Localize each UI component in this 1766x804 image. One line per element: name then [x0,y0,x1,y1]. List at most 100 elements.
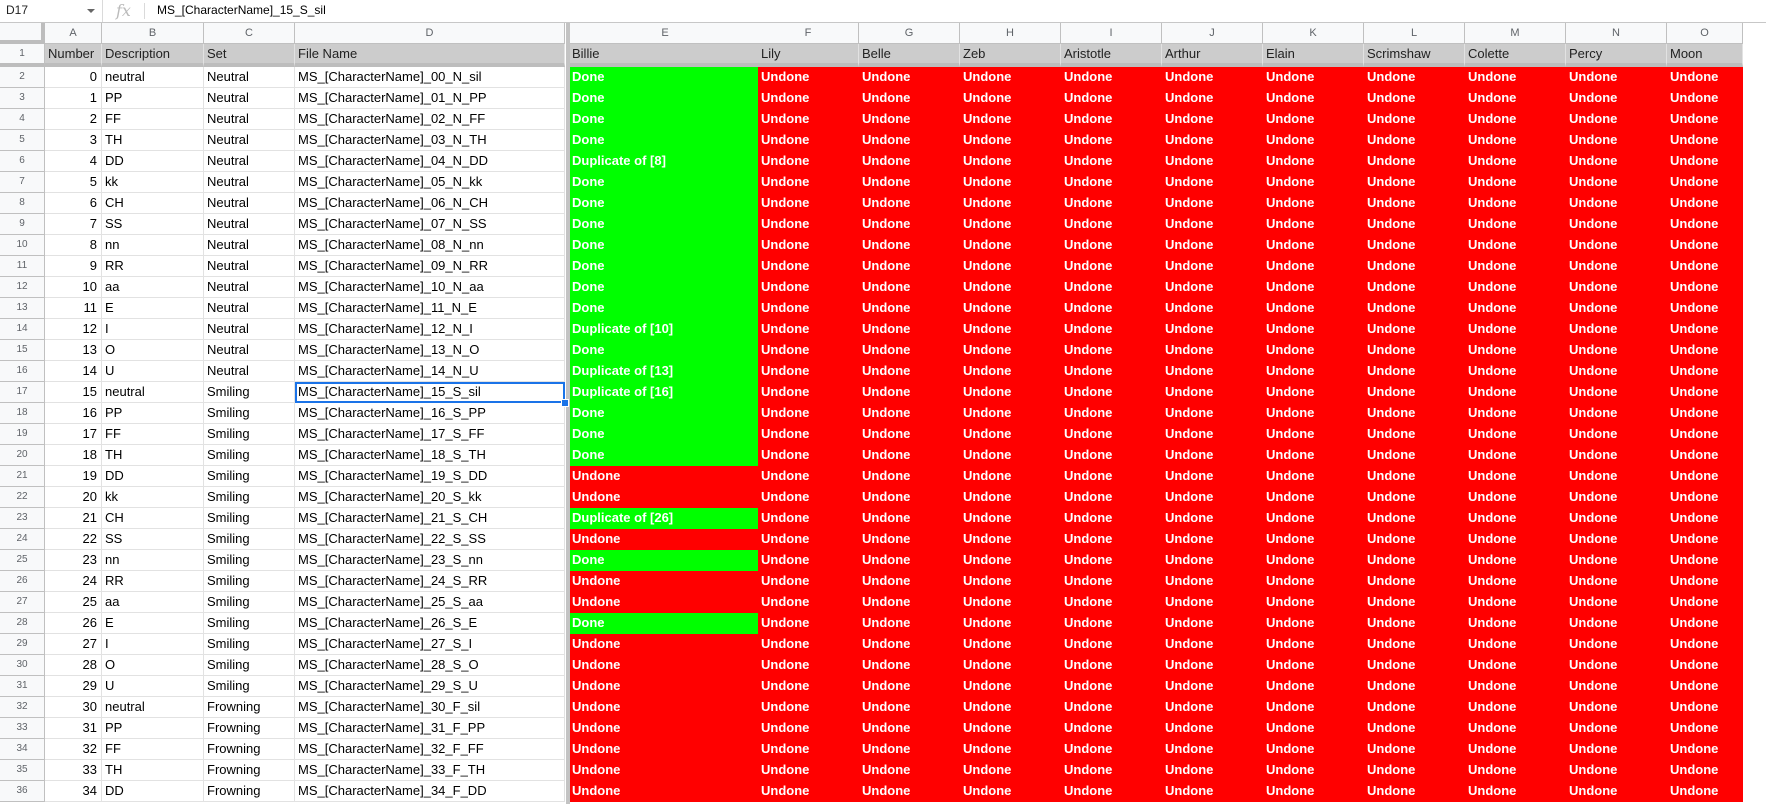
status-cell[interactable]: Undone [1263,655,1364,676]
status-cell[interactable]: Undone [960,382,1061,403]
description-cell[interactable]: FF [102,739,204,760]
status-cell[interactable]: Undone [1566,424,1667,445]
status-cell[interactable]: Undone [1162,655,1263,676]
set-cell[interactable]: Frowning [204,739,295,760]
status-cell[interactable]: Undone [960,571,1061,592]
status-cell[interactable]: Undone [859,403,960,424]
status-cell[interactable]: Undone [960,781,1061,802]
status-cell[interactable]: Undone [1263,613,1364,634]
row-header[interactable]: 10 [0,235,45,256]
name-box[interactable]: D17 [0,0,103,22]
status-cell[interactable]: Undone [1364,277,1465,298]
file-name-cell[interactable]: MS_[CharacterName]_30_F_sil [295,697,565,718]
status-cell[interactable]: Undone [1061,634,1162,655]
status-cell[interactable]: Undone [1061,613,1162,634]
status-cell[interactable]: Undone [1263,298,1364,319]
column-header-j[interactable]: J [1162,23,1263,44]
status-cell[interactable]: Undone [1162,550,1263,571]
status-cell[interactable]: Undone [1465,151,1566,172]
number-cell[interactable]: 23 [45,550,102,571]
status-cell[interactable]: Undone [960,634,1061,655]
set-cell[interactable]: Smiling [204,550,295,571]
status-cell[interactable]: Undone [859,508,960,529]
status-cell[interactable]: Undone [1465,277,1566,298]
status-cell[interactable]: Undone [1566,172,1667,193]
status-cell[interactable]: Undone [1061,172,1162,193]
status-cell[interactable]: Undone [1061,403,1162,424]
status-cell[interactable]: Undone [1465,760,1566,781]
number-cell[interactable]: 1 [45,88,102,109]
status-cell[interactable]: Undone [960,256,1061,277]
row-header[interactable]: 11 [0,256,45,277]
status-cell[interactable]: Undone [758,529,859,550]
number-cell[interactable]: 21 [45,508,102,529]
set-cell[interactable]: Neutral [204,172,295,193]
status-cell[interactable]: Undone [960,319,1061,340]
number-cell[interactable]: 14 [45,361,102,382]
select-all-corner[interactable] [0,23,45,44]
freeze-divider[interactable] [566,23,570,804]
status-cell[interactable]: Undone [960,424,1061,445]
status-cell[interactable]: Undone [1162,193,1263,214]
status-cell[interactable]: Undone [960,130,1061,151]
status-cell[interactable]: Undone [1061,130,1162,151]
status-cell-billie[interactable]: Undone [569,592,762,613]
header-cell[interactable]: Colette [1465,44,1566,67]
status-cell[interactable]: Undone [1566,298,1667,319]
status-cell[interactable]: Undone [1162,781,1263,802]
status-cell[interactable]: Undone [758,466,859,487]
status-cell[interactable]: Undone [1566,88,1667,109]
status-cell[interactable]: Undone [859,697,960,718]
status-cell[interactable]: Undone [960,298,1061,319]
status-cell[interactable]: Undone [1263,340,1364,361]
status-cell-billie[interactable]: Done [569,130,762,151]
status-cell[interactable]: Undone [1263,130,1364,151]
header-cell[interactable]: Percy [1566,44,1667,67]
number-cell[interactable]: 34 [45,781,102,802]
header-cell[interactable]: Number [45,44,102,67]
status-cell[interactable]: Undone [1566,718,1667,739]
set-cell[interactable]: Smiling [204,445,295,466]
description-cell[interactable]: nn [102,235,204,256]
file-name-cell[interactable]: MS_[CharacterName]_33_F_TH [295,760,565,781]
file-name-cell[interactable]: MS_[CharacterName]_24_S_RR [295,571,565,592]
status-cell[interactable]: Undone [1667,88,1743,109]
status-cell[interactable]: Undone [960,592,1061,613]
status-cell[interactable]: Undone [1061,88,1162,109]
header-cell[interactable]: File Name [295,44,565,67]
status-cell[interactable]: Undone [758,88,859,109]
set-cell[interactable]: Frowning [204,781,295,802]
number-cell[interactable]: 15 [45,382,102,403]
set-cell[interactable]: Smiling [204,592,295,613]
status-cell[interactable]: Undone [1364,319,1465,340]
status-cell[interactable]: Undone [859,361,960,382]
row-header[interactable]: 22 [0,487,45,508]
status-cell[interactable]: Undone [1263,487,1364,508]
set-cell[interactable]: Neutral [204,235,295,256]
status-cell[interactable]: Undone [1263,172,1364,193]
status-cell[interactable]: Undone [1667,739,1743,760]
status-cell[interactable]: Undone [1667,193,1743,214]
status-cell[interactable]: Undone [1263,361,1364,382]
status-cell[interactable]: Undone [1162,529,1263,550]
status-cell[interactable]: Undone [1465,718,1566,739]
status-cell[interactable]: Undone [859,613,960,634]
status-cell[interactable]: Undone [758,256,859,277]
status-cell-billie[interactable]: Undone [569,529,762,550]
file-name-cell[interactable]: MS_[CharacterName]_25_S_aa [295,592,565,613]
number-cell[interactable]: 11 [45,298,102,319]
status-cell[interactable]: Undone [1566,235,1667,256]
status-cell[interactable]: Undone [960,340,1061,361]
file-name-cell[interactable]: MS_[CharacterName]_11_N_E [295,298,565,319]
status-cell[interactable]: Undone [1667,277,1743,298]
status-cell[interactable]: Undone [1364,424,1465,445]
status-cell[interactable]: Undone [1465,130,1566,151]
status-cell[interactable]: Undone [1566,109,1667,130]
status-cell[interactable]: Undone [1566,340,1667,361]
status-cell[interactable]: Undone [1566,739,1667,760]
status-cell[interactable]: Undone [1263,319,1364,340]
status-cell[interactable]: Undone [1465,235,1566,256]
status-cell[interactable]: Undone [960,613,1061,634]
status-cell[interactable]: Undone [758,508,859,529]
status-cell[interactable]: Undone [758,130,859,151]
